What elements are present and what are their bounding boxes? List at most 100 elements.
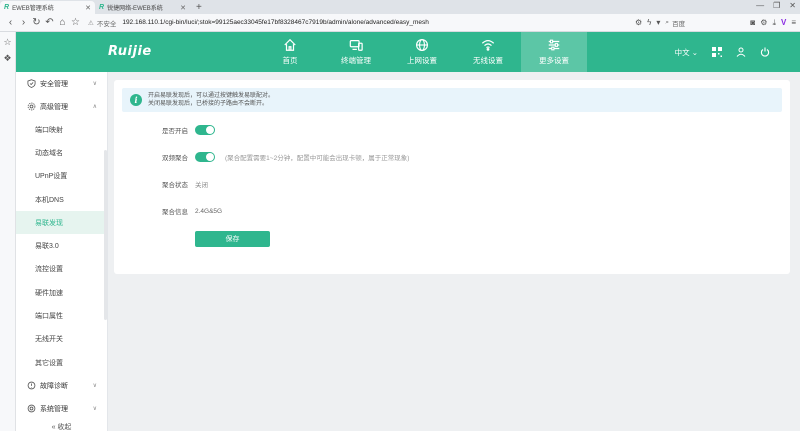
field-status: 聚合状态 关闭 (162, 178, 208, 190)
extension-icon[interactable]: ⚙ (635, 18, 642, 27)
nav-label: 上网设置 (407, 56, 437, 65)
search-box[interactable]: ⌕ 百度 (665, 17, 745, 29)
sidebar-item-hw-accel[interactable]: 硬件加速 (16, 281, 107, 304)
devices-icon (349, 40, 363, 51)
info-icon: i (130, 94, 142, 106)
system-icon (27, 404, 36, 413)
browser-tab-title: 锐捷网络-EWEB系统 (107, 6, 163, 12)
notice-line: 开启易联发现后，可以通过按键触发易联配对。 (148, 92, 275, 99)
browser-tab-ruijie[interactable]: R 锐捷网络-EWEB系统 ✕ (95, 1, 190, 14)
home-icon[interactable]: ⌂ (56, 17, 69, 28)
nav-devices[interactable]: 终端管理 (323, 32, 389, 72)
nav-label: 首页 (282, 56, 298, 65)
new-tab-button[interactable]: + (196, 1, 202, 14)
dual-band-toggle[interactable] (195, 152, 215, 162)
sidebar-group-label: 系统管理 (40, 405, 68, 413)
download-icon[interactable]: ⤓ (772, 18, 776, 28)
settings-icon (27, 102, 36, 111)
nav-home[interactable]: 首页 (257, 32, 323, 72)
status-value: 关闭 (195, 182, 208, 189)
minimize-button[interactable]: — (756, 1, 764, 10)
ruijie-favicon-icon: R (99, 4, 105, 11)
sidebar-item-flow-control[interactable]: 流控设置 (16, 258, 107, 281)
chevron-down-icon: ∨ (92, 383, 97, 390)
save-button[interactable]: 保存 (195, 231, 270, 247)
dropdown-icon[interactable]: ▾ (656, 18, 660, 27)
close-window-button[interactable]: ✕ (789, 1, 796, 10)
chevron-down-icon: ∨ (92, 81, 97, 87)
app-header: Ruijie 首页 终端管理 上网设置 无线设置 更多设置 中文 ⌄ (16, 32, 800, 72)
language-select[interactable]: 中文 ⌄ (675, 47, 698, 58)
sidebar-group-label: 故障诊断 (40, 382, 68, 390)
camera-icon[interactable]: ◙ (750, 18, 755, 27)
window-controls: — ❐ ✕ (756, 1, 796, 10)
url-text: 192.168.110.1/cgi-bin/luci/;stok=99125ae… (122, 19, 429, 26)
lightning-icon[interactable]: ϟ (647, 18, 651, 27)
maximize-button[interactable]: ❐ (773, 1, 780, 10)
reload-icon[interactable]: ↻ (30, 17, 43, 28)
nav-label: 更多设置 (539, 56, 569, 65)
search-placeholder: 百度 (672, 20, 686, 28)
insecure-label: 不安全 (96, 20, 117, 28)
sidebar-group-label: 安全管理 (40, 80, 68, 88)
sidebar-item-wireless-switch[interactable]: 无线开关 (16, 328, 107, 351)
sidebar-item-easy-mesh[interactable]: 易联发现 (16, 211, 107, 235)
browser-side-panel: ☆ ❖ (0, 32, 16, 431)
sidebar: 安全管理 ∨ 高级管理 ∧ 端口映射 动态域名 UPnP设置 本机DNS 易联发… (16, 72, 108, 431)
dual-band-label: 双频聚合 (162, 155, 188, 162)
field-enable: 是否开启 (162, 124, 215, 136)
wifi-icon (481, 40, 495, 51)
back-icon[interactable]: ‹ (4, 17, 17, 28)
menu-icon[interactable]: ≡ (791, 18, 796, 27)
sidebar-item-local-dns[interactable]: 本机DNS (16, 188, 107, 211)
sidebar-group-security[interactable]: 安全管理 ∨ (16, 72, 107, 95)
diagnose-icon (27, 381, 36, 390)
nav-internet[interactable]: 上网设置 (389, 32, 455, 72)
header-tools: 中文 ⌄ (675, 32, 770, 72)
address-bar[interactable]: ⚠ 不安全 192.168.110.1/cgi-bin/luci/;stok=9… (88, 16, 533, 29)
notice-line: 关闭易联发现后，已桥接的子路由不会断开。 (148, 101, 269, 107)
sidebar-item-ddns[interactable]: 动态域名 (16, 141, 107, 164)
shield-icon (27, 79, 36, 88)
search-icon: ⌕ (665, 18, 670, 26)
extension-v-icon[interactable]: V (781, 18, 786, 27)
notice-text: 开启易联发现后，可以通过按键触发易联配对。 关闭易联发现后，已桥接的子路由不会断… (148, 92, 274, 109)
main-nav: 首页 终端管理 上网设置 无线设置 更多设置 (257, 32, 587, 72)
nav-more-settings[interactable]: 更多设置 (521, 32, 587, 72)
close-tab-icon[interactable]: ✕ (180, 4, 186, 12)
user-icon[interactable] (736, 47, 746, 57)
address-tools: ⚙ ϟ ▾ ⌕ 百度 ◙ ⚙ ⤓ V ≡ (635, 17, 796, 29)
favorites-star-icon[interactable]: ☆ (0, 37, 15, 48)
enable-toggle[interactable] (195, 125, 215, 135)
qrcode-icon[interactable] (712, 47, 722, 57)
sidebar-scrollbar[interactable] (104, 150, 107, 320)
sidebar-group-system[interactable]: 系统管理 ∨ (16, 397, 107, 420)
sidebar-item-port-attr[interactable]: 端口属性 (16, 304, 107, 327)
undo-icon[interactable]: ↶ (43, 17, 56, 28)
sidebar-item-upnp[interactable]: UPnP设置 (16, 165, 107, 188)
sidebar-group-diagnostics[interactable]: 故障诊断 ∨ (16, 374, 107, 397)
easy-mesh-panel: i 开启易联发现后，可以通过按键触发易联配对。 关闭易联发现后，已桥接的子路由不… (114, 80, 790, 274)
nav-wireless[interactable]: 无线设置 (455, 32, 521, 72)
sidebar-item-easylink-3[interactable]: 易联3.0 (16, 234, 107, 257)
info-label: 聚合信息 (162, 209, 188, 216)
sidebar-group-label: 高级管理 (40, 103, 68, 111)
globe-icon (416, 39, 428, 51)
info-value: 2.4G&5G (195, 207, 223, 215)
bookmark-star-icon[interactable]: ☆ (69, 17, 82, 28)
settings-icon[interactable]: ⚙ (760, 18, 767, 27)
sidebar-item-port-mapping[interactable]: 端口映射 (16, 118, 107, 141)
extension-puzzle-icon[interactable]: ❖ (0, 53, 15, 64)
field-dual-band: 双频聚合 (聚合配置需要1~2分钟，配置中可能会出现卡顿，属于正常现象) (162, 151, 409, 163)
sidebar-group-advanced[interactable]: 高级管理 ∧ (16, 95, 107, 118)
dual-band-hint: (聚合配置需要1~2分钟，配置中可能会出现卡顿，属于正常现象) (225, 155, 410, 162)
sidebar-item-other-settings[interactable]: 其它设置 (16, 351, 107, 374)
close-tab-icon[interactable]: ✕ (85, 4, 91, 12)
collapse-sidebar-button[interactable]: « 收起 (16, 420, 107, 431)
nav-label: 无线设置 (473, 56, 503, 65)
power-icon[interactable] (760, 47, 770, 57)
sliders-icon (548, 39, 560, 51)
browser-tab-eweb[interactable]: R EWEB管理系统 ✕ (0, 1, 95, 14)
field-info: 聚合信息 2.4G&5G (162, 205, 222, 217)
forward-icon[interactable]: › (17, 17, 30, 28)
